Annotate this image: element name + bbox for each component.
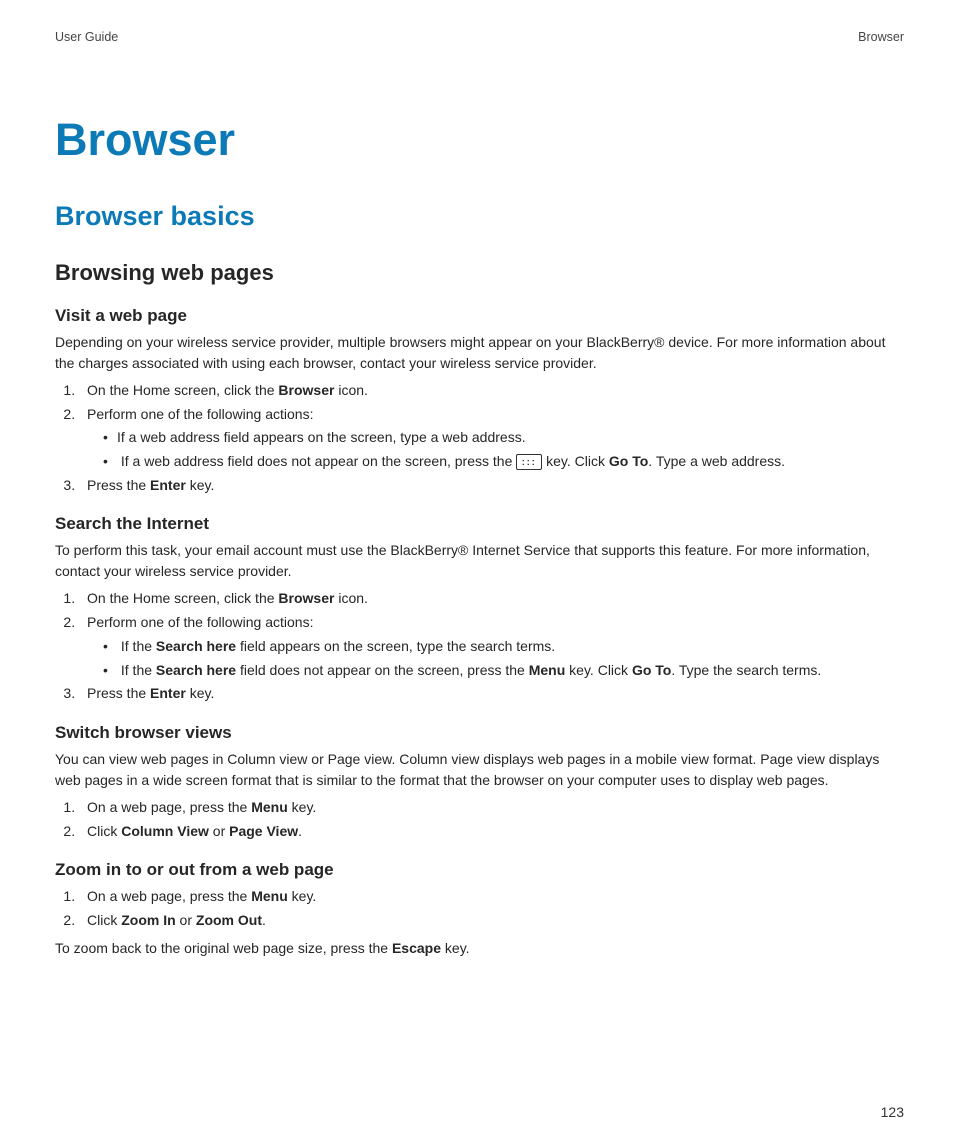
steps-search: On the Home screen, click the Browser ic… (55, 588, 904, 704)
list-item: Perform one of the following actions: If… (79, 612, 904, 681)
steps-visit: On the Home screen, click the Browser ic… (55, 380, 904, 496)
text: . (298, 823, 302, 839)
list-item: If the Search here field does not appear… (105, 660, 904, 682)
list-item: On a web page, press the Menu key. (79, 886, 904, 908)
topic-intro-search: To perform this task, your email account… (55, 540, 904, 582)
topic-intro-visit: Depending on your wireless service provi… (55, 332, 904, 374)
text-bold: Browser (278, 382, 334, 398)
topic-heading-zoom: Zoom in to or out from a web page (55, 860, 904, 880)
section-heading: Browser basics (55, 201, 904, 232)
text-bold: Column View (121, 823, 209, 839)
text-bold: Enter (150, 477, 186, 493)
text: key. Click (565, 662, 632, 678)
text: Perform one of the following actions: (87, 406, 313, 422)
text-bold: Go To (632, 662, 671, 678)
text: If the (121, 638, 156, 654)
text: If the (121, 662, 156, 678)
topic-heading-visit: Visit a web page (55, 306, 904, 326)
text: If a web address field does not appear o… (121, 453, 516, 469)
list-item: If a web address field appears on the sc… (105, 427, 904, 449)
text-bold: Menu (251, 888, 288, 904)
steps-switch: On a web page, press the Menu key. Click… (55, 797, 904, 842)
text: To zoom back to the original web page si… (55, 940, 392, 956)
text: key. Click (542, 453, 609, 469)
list-item: On the Home screen, click the Browser ic… (79, 380, 904, 402)
text: icon. (334, 590, 367, 606)
text: key. (288, 799, 317, 815)
text: Press the (87, 477, 150, 493)
text: field appears on the screen, type the se… (236, 638, 555, 654)
text: . Type a web address. (648, 453, 785, 469)
text-bold: Page View (229, 823, 298, 839)
list-item: If a web address field does not appear o… (105, 451, 904, 473)
list-item: On a web page, press the Menu key. (79, 797, 904, 819)
text: On the Home screen, click the (87, 590, 278, 606)
topic-intro-switch: You can view web pages in Column view or… (55, 749, 904, 791)
text: or (209, 823, 229, 839)
list-item: On the Home screen, click the Browser ic… (79, 588, 904, 610)
topic-heading-search: Search the Internet (55, 514, 904, 534)
text: key. (441, 940, 470, 956)
page-number: 123 (881, 1104, 904, 1120)
text: Click (87, 823, 121, 839)
text-bold: Search here (156, 638, 236, 654)
header-right: Browser (858, 30, 904, 44)
topic-outro-zoom: To zoom back to the original web page si… (55, 938, 904, 959)
page: User Guide Browser Browser Browser basic… (0, 0, 954, 1145)
text-bold: Menu (529, 662, 566, 678)
page-title: Browser (55, 114, 904, 166)
text-bold: Go To (609, 453, 648, 469)
sub-list: If a web address field appears on the sc… (87, 427, 904, 472)
text-bold: Zoom Out (196, 912, 262, 928)
steps-zoom: On a web page, press the Menu key. Click… (55, 886, 904, 931)
text: key. (186, 685, 215, 701)
text: Perform one of the following actions: (87, 614, 313, 630)
text: Click (87, 912, 121, 928)
text: icon. (334, 382, 367, 398)
header-left: User Guide (55, 30, 118, 44)
text: Press the (87, 685, 150, 701)
text: On the Home screen, click the (87, 382, 278, 398)
list-item: If the Search here field appears on the … (105, 636, 904, 658)
text: On a web page, press the (87, 888, 251, 904)
subsection-heading: Browsing web pages (55, 260, 904, 286)
list-item: Perform one of the following actions: If… (79, 404, 904, 473)
text-bold: Zoom In (121, 912, 175, 928)
topic-heading-switch: Switch browser views (55, 723, 904, 743)
text-bold: Escape (392, 940, 441, 956)
text: or (176, 912, 196, 928)
text-bold: Search here (156, 662, 236, 678)
text: key. (186, 477, 215, 493)
text: On a web page, press the (87, 799, 251, 815)
page-header: User Guide Browser (55, 30, 904, 44)
sub-list: If the Search here field appears on the … (87, 636, 904, 681)
text: field does not appear on the screen, pre… (236, 662, 529, 678)
text-bold: Browser (278, 590, 334, 606)
list-item: Press the Enter key. (79, 475, 904, 497)
text: If a web address field appears on the sc… (117, 429, 526, 445)
menu-key-icon: ::: (516, 454, 542, 470)
text: key. (288, 888, 317, 904)
list-item: Click Column View or Page View. (79, 821, 904, 843)
text-bold: Menu (251, 799, 288, 815)
text: . (262, 912, 266, 928)
text-bold: Enter (150, 685, 186, 701)
list-item: Press the Enter key. (79, 683, 904, 705)
list-item: Click Zoom In or Zoom Out. (79, 910, 904, 932)
text: . Type the search terms. (671, 662, 821, 678)
